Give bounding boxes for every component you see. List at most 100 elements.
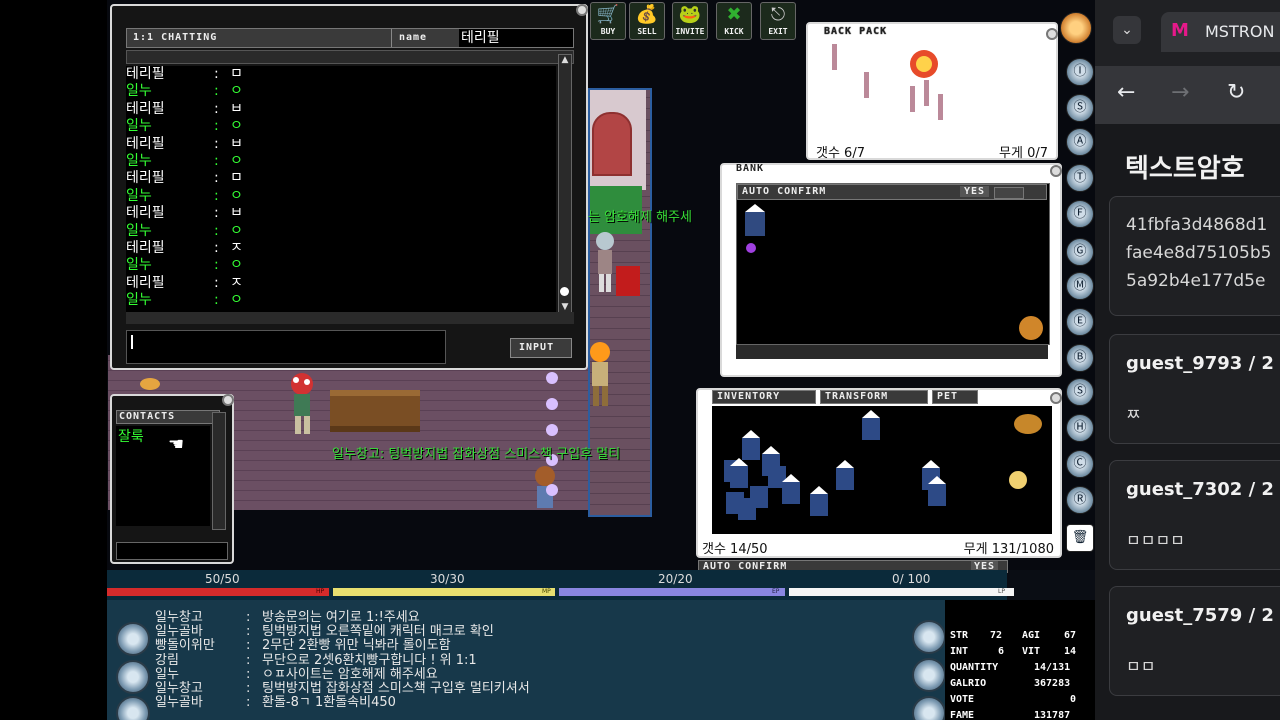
bank-gold-item[interactable] <box>1017 314 1045 342</box>
scroll-up-arrow-icon[interactable]: ▲ <box>559 55 571 65</box>
trash-icon[interactable]: 🗑 <box>1066 524 1094 552</box>
bank-no-toggle[interactable] <box>994 187 1024 199</box>
chat-scrollbar[interactable]: ▲ ▼ <box>558 54 572 320</box>
contacts-list[interactable]: 잘룩 ☚ <box>116 426 210 526</box>
exit-button[interactable]: ⎋ EXIT <box>760 2 796 40</box>
overlay-chat-line-1: 는 암호해제 해주세 <box>588 210 692 225</box>
menu-h-icon[interactable]: Ⓗ <box>1066 414 1094 442</box>
browser-window: ⌄ M MSTRON ← → ↻ 텍스트암호 41fbfa3d4868d1 fa… <box>1095 0 1280 720</box>
menu-s2-icon[interactable]: Ⓢ <box>1066 378 1094 406</box>
comment-card: guest_7302 / 2 ㅁㅁㅁㅁ <box>1109 460 1280 570</box>
trade-pot-icon[interactable] <box>1060 12 1092 44</box>
contacts-window[interactable]: CONTACTS 잘룩 ☚ <box>110 394 234 564</box>
menu-b-icon[interactable]: Ⓑ <box>1066 344 1094 372</box>
tab-search-chevron-icon[interactable]: ⌄ <box>1113 16 1141 44</box>
buy-button[interactable]: 🛒 BUY <box>590 2 626 40</box>
log-text: 무단으로 2셋6환치빵구합니다 ! 위 1:1 <box>262 652 477 668</box>
inventory-close-knob[interactable] <box>1050 392 1062 404</box>
chat-sender: 일누 <box>126 152 152 169</box>
tab-transform[interactable]: TRANSFORM <box>820 390 928 404</box>
tab-strip: ⌄ M MSTRON <box>1095 0 1280 62</box>
menu-g-icon[interactable]: Ⓖ <box>1066 238 1094 266</box>
bank-storage-area[interactable]: AUTO CONFIRM YES <box>736 183 1050 345</box>
scroll-thumb[interactable] <box>560 287 569 296</box>
inventory-item-sprites[interactable] <box>722 406 1052 534</box>
tab-inventory[interactable]: INVENTORY <box>712 390 816 404</box>
mp-value: 30/30 <box>430 572 465 586</box>
reload-icon[interactable]: ↻ <box>1227 80 1245 105</box>
moneybag-icon: 💰 <box>635 4 659 25</box>
chat-separator: : <box>214 239 219 256</box>
log-text: 팅벅방지법 잡화상점 스미스책 구입후 멀티키셔서 <box>262 681 530 696</box>
contact-item[interactable]: 잘룩 <box>116 426 210 446</box>
quantity-label: QUANTITY <box>950 662 999 673</box>
log-sender: 강림 <box>155 652 179 668</box>
str-value: 72 <box>990 630 1003 641</box>
comment-user: guest_7579 / 2 <box>1126 605 1274 626</box>
chat-separator: : <box>214 187 219 204</box>
chat-name-field[interactable]: 테리필 <box>459 29 573 47</box>
menu-e-icon[interactable]: Ⓔ <box>1066 308 1094 336</box>
bank-close-knob[interactable] <box>1050 165 1062 177</box>
contacts-input[interactable] <box>116 542 228 560</box>
contacts-close-knob[interactable] <box>222 394 234 406</box>
back-arrow-icon[interactable]: ← <box>1117 80 1135 105</box>
lp-value: 0/ 100 <box>892 572 931 586</box>
tab-pet[interactable]: PET <box>932 390 978 404</box>
chat-separator: : <box>214 292 219 309</box>
menu-quest-icon[interactable]: Ⓐ <box>1066 128 1094 156</box>
chat-close-knob[interactable] <box>576 4 588 16</box>
close-orb-icon[interactable] <box>912 620 946 654</box>
menu-orb-2-icon[interactable] <box>116 660 150 694</box>
sell-button[interactable]: 💰 SELL <box>629 2 665 40</box>
invite-button[interactable]: 🐸 INVITE <box>672 2 708 40</box>
bank-item-sprite[interactable] <box>741 204 781 264</box>
chat-sender: 테리필 <box>126 274 165 291</box>
comment-user: guest_9793 / 2 <box>1126 353 1274 374</box>
bank-window[interactable]: BANK AUTO CONFIRM YES <box>720 163 1062 377</box>
npc-silver-hair-sprite[interactable] <box>590 230 620 294</box>
player-character-sprite[interactable] <box>282 372 322 438</box>
log-separator: : <box>246 695 251 711</box>
log-text: 환돌-8ㄱ 1환돌속비450 <box>262 695 396 711</box>
inventory-window[interactable]: INVENTORY TRANSFORM PET 갯수 14/50 무게 131/… <box>696 388 1062 558</box>
menu-orb-1-icon[interactable] <box>116 622 150 656</box>
bank-yes-button[interactable]: YES <box>960 186 990 197</box>
inventory-weight: 무게 131/1080 <box>963 542 1054 557</box>
hand-pointer-icon: ☚ <box>168 434 185 455</box>
chat-text: ㅂ <box>230 100 243 117</box>
forward-arrow-icon[interactable]: → <box>1171 80 1189 105</box>
browser-tab[interactable]: M MSTRON <box>1161 12 1280 52</box>
chat-sender: 테리필 <box>126 66 165 82</box>
int-value: 6 <box>998 646 1005 657</box>
contacts-scrollbar[interactable] <box>212 412 226 530</box>
comment-text: ㅁㅁ <box>1126 657 1156 676</box>
chat-text: ㅇ <box>230 118 243 135</box>
chat-sender: 테리필 <box>126 205 165 222</box>
menu-t-icon[interactable]: Ⓣ <box>1066 164 1094 192</box>
chat-text: ㅇ <box>230 292 243 309</box>
lp-bar-tag: LP <box>998 588 1005 595</box>
menu-m-icon[interactable]: Ⓜ <box>1066 272 1094 300</box>
backpack-close-knob[interactable] <box>1046 28 1058 40</box>
frog-icon: 🐸 <box>678 4 702 25</box>
chat-text: ㅂ <box>230 135 243 152</box>
menu-f-icon[interactable]: Ⓕ <box>1066 200 1094 228</box>
menu-c-icon[interactable]: Ⓒ <box>1066 450 1094 478</box>
backpack-items[interactable] <box>828 42 978 128</box>
scroll-down-arrow-icon[interactable]: ▼ <box>559 302 571 312</box>
menu-char-icon[interactable]: Ⓘ <box>1066 58 1094 86</box>
vote-label: VOTE <box>950 694 975 705</box>
chat-input-field[interactable] <box>126 330 446 364</box>
browser-tab-title: MSTRON <box>1205 22 1275 41</box>
menu-orb-4-icon[interactable] <box>912 658 946 692</box>
cart-icon: 🛒 <box>596 4 620 25</box>
chat-separator: : <box>214 83 219 100</box>
chat-input-button[interactable]: INPUT <box>510 338 572 358</box>
menu-r-icon[interactable]: Ⓡ <box>1066 486 1094 514</box>
chat-window[interactable]: 1:1 CHATTING name 테리필 테리필: ㅁ 일누: ㅇ 테리필: ㅂ 일누: ㅇ… <box>110 4 588 370</box>
kick-button[interactable]: ✖ KICK <box>716 2 752 40</box>
menu-spell-icon[interactable]: Ⓢ <box>1066 94 1094 122</box>
chat-header-divider <box>391 29 392 47</box>
backpack-window[interactable]: BACK PACK 갯수 6/7 무게 0/7 <box>806 22 1058 161</box>
